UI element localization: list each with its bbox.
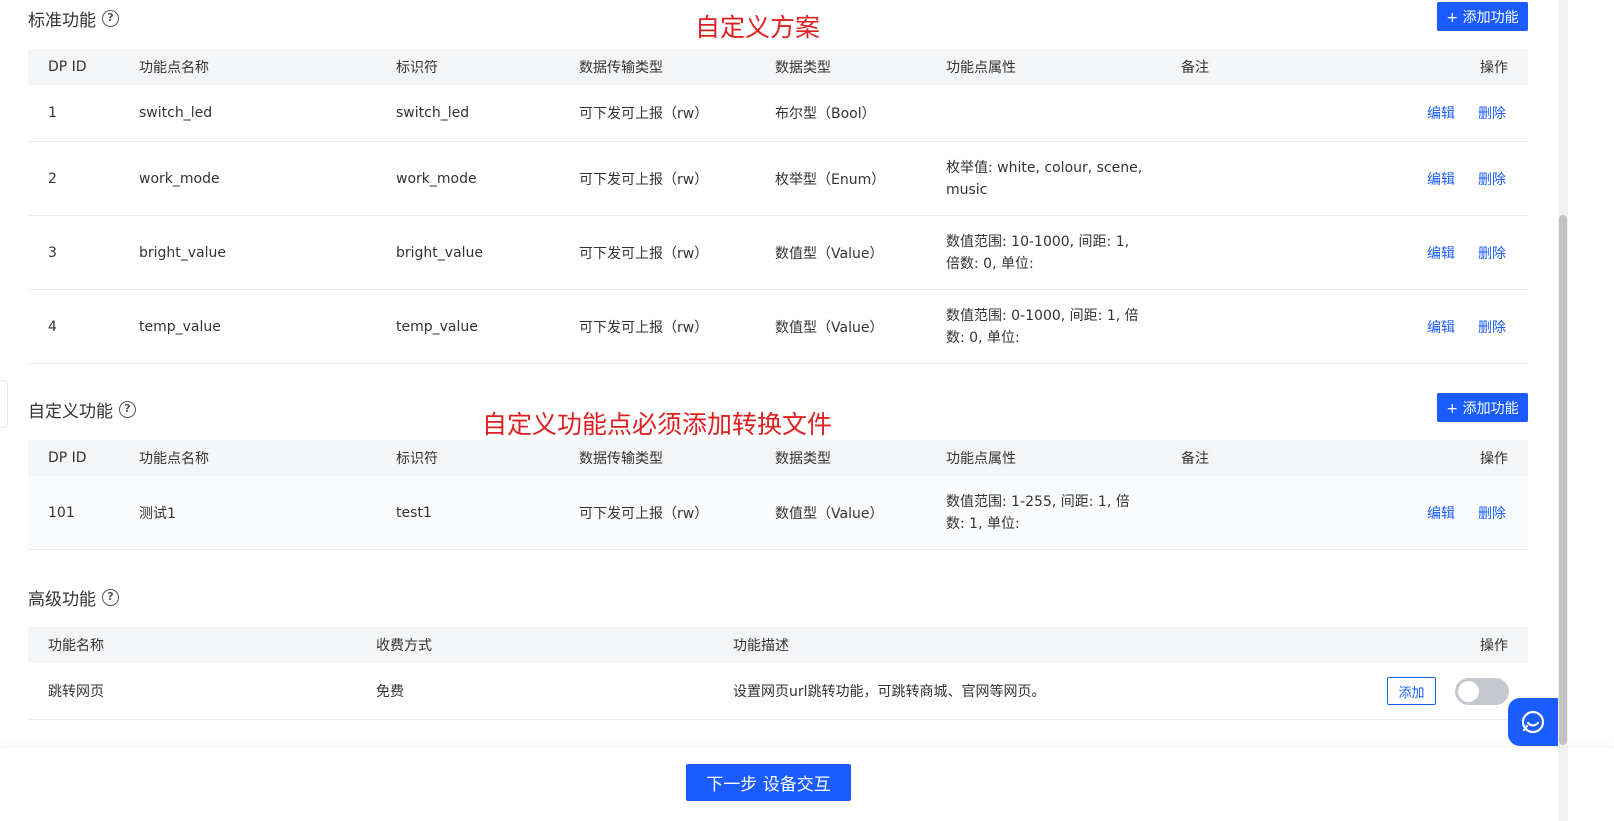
edit-link[interactable]: 编辑 xyxy=(1427,103,1455,123)
col-op: 操作 xyxy=(1480,60,1508,76)
help-icon[interactable]: ? xyxy=(119,401,136,418)
help-icon[interactable]: ? xyxy=(102,10,119,27)
cell-identifier: temp_value xyxy=(396,318,478,335)
standard-section-title: 标准功能 ? xyxy=(28,6,119,31)
cell-dtype: 数值型（Value） xyxy=(775,505,884,522)
col-dtype: 数据类型 xyxy=(775,451,831,467)
toggle-knob xyxy=(1458,681,1479,702)
standard-annotation: 自定义方案 xyxy=(695,13,821,42)
standard-table: DP ID 功能点名称 标识符 数据传输类型 数据类型 功能点属性 备注 操作 … xyxy=(28,49,1528,364)
chat-button[interactable] xyxy=(1508,698,1558,746)
col-desc: 功能描述 xyxy=(733,638,789,654)
cell-identifier: bright_value xyxy=(396,244,484,261)
cell-identifier: work_mode xyxy=(396,170,477,187)
cell-name: 测试1 xyxy=(139,505,176,522)
cell-attr: 枚举值: white, colour, scene, music xyxy=(946,159,1143,198)
custom-title-text: 自定义功能 xyxy=(28,402,113,422)
cell-name: temp_value xyxy=(139,318,221,335)
cell-name: work_mode xyxy=(139,170,220,187)
cell-attr: 数值范围: 0-1000, 间距: 1, 倍数: 0, 单位: xyxy=(946,307,1139,346)
col-op: 操作 xyxy=(1480,451,1508,467)
cell-attr: 数值范围: 10-1000, 间距: 1, 倍数: 0, 单位: xyxy=(946,233,1130,272)
delete-link[interactable]: 删除 xyxy=(1478,317,1506,337)
delete-link[interactable]: 删除 xyxy=(1478,103,1506,123)
table-row: 1 switch_led switch_led 可下发可上报（rw） 布尔型（B… xyxy=(28,85,1528,142)
standard-title-text: 标准功能 xyxy=(28,11,96,31)
side-drawer-handle[interactable] xyxy=(0,380,8,428)
col-op: 操作 xyxy=(1480,638,1508,654)
add-standard-function-button[interactable]: + 添加功能 xyxy=(1437,2,1528,31)
help-icon[interactable]: ? xyxy=(102,589,119,606)
table-row: 4 temp_value temp_value 可下发可上报（rw） 数值型（V… xyxy=(28,290,1528,364)
standard-table-header: DP ID 功能点名称 标识符 数据传输类型 数据类型 功能点属性 备注 操作 xyxy=(28,49,1528,85)
cell-dtype: 数值型（Value） xyxy=(775,245,884,262)
cell-transfer: 可下发可上报（rw） xyxy=(579,106,709,122)
add-advanced-button[interactable]: 添加 xyxy=(1387,677,1436,705)
custom-table-header: DP ID 功能点名称 标识符 数据传输类型 数据类型 功能点属性 备注 操作 xyxy=(28,440,1528,476)
cell-fee: 免费 xyxy=(376,684,404,700)
cell-transfer: 可下发可上报（rw） xyxy=(579,319,709,336)
cell-transfer: 可下发可上报（rw） xyxy=(579,171,709,188)
cell-id: 4 xyxy=(48,318,57,335)
chat-icon xyxy=(1521,710,1545,734)
col-transfer: 数据传输类型 xyxy=(579,60,663,76)
col-name: 功能点名称 xyxy=(139,60,209,76)
cell-desc: 设置网页url跳转功能，可跳转商城、官网等网页。 xyxy=(733,684,1046,700)
cell-identifier: test1 xyxy=(396,504,432,521)
col-fee: 收费方式 xyxy=(376,638,432,654)
col-dp-id: DP ID xyxy=(48,59,87,75)
cell-id: 2 xyxy=(48,170,57,187)
col-note: 备注 xyxy=(1181,60,1209,76)
col-function-name: 功能名称 xyxy=(48,638,104,654)
enable-toggle[interactable] xyxy=(1455,678,1509,705)
cell-name: switch_led xyxy=(139,105,213,121)
edit-link[interactable]: 编辑 xyxy=(1427,169,1455,189)
col-note: 备注 xyxy=(1181,451,1209,467)
cell-id: 3 xyxy=(48,244,57,261)
col-dp-id: DP ID xyxy=(48,450,87,466)
cell-dtype: 枚举型（Enum） xyxy=(775,171,886,188)
cell-transfer: 可下发可上报（rw） xyxy=(579,505,709,522)
cell-attr: 数值范围: 1-255, 间距: 1, 倍数: 1, 单位: xyxy=(946,493,1130,532)
cell-identifier: switch_led xyxy=(396,105,470,121)
next-step-button[interactable]: 下一步 设备交互 xyxy=(686,764,851,801)
add-custom-function-button[interactable]: + 添加功能 xyxy=(1437,393,1528,422)
edit-link[interactable]: 编辑 xyxy=(1427,503,1455,523)
col-identifier: 标识符 xyxy=(396,451,438,467)
table-row: 2 work_mode work_mode 可下发可上报（rw） 枚举型（Enu… xyxy=(28,142,1528,216)
custom-annotation: 自定义功能点必须添加转换文件 xyxy=(482,410,833,439)
col-identifier: 标识符 xyxy=(396,60,438,76)
col-dtype: 数据类型 xyxy=(775,60,831,76)
delete-link[interactable]: 删除 xyxy=(1478,503,1506,523)
custom-section-title: 自定义功能 ? xyxy=(28,397,136,422)
cell-id: 1 xyxy=(48,105,57,121)
delete-link[interactable]: 删除 xyxy=(1478,243,1506,263)
cell-transfer: 可下发可上报（rw） xyxy=(579,245,709,262)
cell-dtype: 数值型（Value） xyxy=(775,319,884,336)
advanced-section-title: 高级功能 ? xyxy=(28,585,119,610)
advanced-table-header: 功能名称 收费方式 功能描述 操作 xyxy=(28,627,1528,663)
cell-dtype: 布尔型（Bool） xyxy=(775,106,876,122)
custom-table: DP ID 功能点名称 标识符 数据传输类型 数据类型 功能点属性 备注 操作 … xyxy=(28,440,1528,550)
table-row: 跳转网页 免费 设置网页url跳转功能，可跳转商城、官网等网页。 添加 xyxy=(28,663,1528,720)
col-attr: 功能点属性 xyxy=(946,451,1016,467)
table-row: 3 bright_value bright_value 可下发可上报（rw） 数… xyxy=(28,216,1528,290)
delete-link[interactable]: 删除 xyxy=(1478,169,1506,189)
cell-id: 101 xyxy=(48,504,75,521)
edit-link[interactable]: 编辑 xyxy=(1427,317,1455,337)
col-transfer: 数据传输类型 xyxy=(579,451,663,467)
table-row: 101 测试1 test1 可下发可上报（rw） 数值型（Value） 数值范围… xyxy=(28,476,1528,550)
cell-name: bright_value xyxy=(139,244,227,261)
col-attr: 功能点属性 xyxy=(946,60,1016,76)
advanced-title-text: 高级功能 xyxy=(28,590,96,610)
edit-link[interactable]: 编辑 xyxy=(1427,243,1455,263)
advanced-table: 功能名称 收费方式 功能描述 操作 跳转网页 免费 设置网页url跳转功能，可跳… xyxy=(28,627,1528,720)
col-name: 功能点名称 xyxy=(139,451,209,467)
scrollbar-thumb[interactable] xyxy=(1559,215,1567,745)
cell-function-name: 跳转网页 xyxy=(48,684,104,700)
